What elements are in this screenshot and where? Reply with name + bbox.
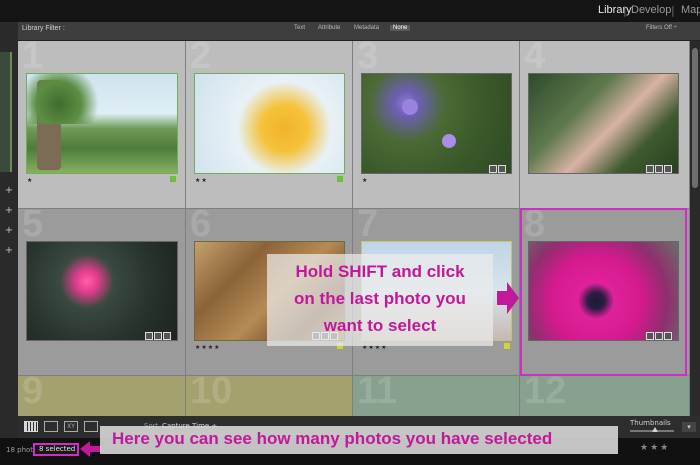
- module-map[interactable]: Map: [681, 4, 700, 16]
- grid-cell-10[interactable]: 10: [186, 370, 353, 416]
- flag-badge[interactable]: [504, 343, 510, 349]
- grid-cell-1[interactable]: 1 ★: [18, 41, 186, 209]
- survey-view-icon[interactable]: [84, 421, 98, 432]
- arrow-left-icon: [80, 441, 102, 457]
- cell-index: 5: [22, 203, 44, 245]
- instruction-banner: Here you can see how many photos you hav…: [100, 426, 618, 454]
- compare-view-icon[interactable]: XY: [64, 421, 78, 432]
- badge-icon: [489, 165, 497, 173]
- grid-cell-11[interactable]: 11: [353, 370, 520, 416]
- photo-thumbnail[interactable]: [361, 73, 512, 174]
- module-separator: |: [623, 4, 627, 17]
- filter-metadata-tab[interactable]: Metadata: [354, 25, 379, 31]
- target-photo-highlight: [520, 208, 687, 376]
- badge-icon: [163, 332, 171, 340]
- badge-icon: [646, 165, 654, 173]
- rating-filter-stars-icon[interactable]: ★★★: [640, 443, 670, 453]
- module-picker-bar: Library | Develop | Map: [0, 0, 700, 22]
- filter-none-tab[interactable]: None: [390, 25, 411, 31]
- cell-index: 10: [190, 370, 233, 412]
- module-separator: |: [671, 4, 675, 17]
- grid-scrollbar-thumb[interactable]: [692, 48, 698, 188]
- library-filter-title: Library Filter :: [22, 25, 65, 32]
- navigator-preview: [0, 52, 12, 172]
- badge-icon: [498, 165, 506, 173]
- badge-icon: [145, 332, 153, 340]
- cell-index: 12: [524, 370, 567, 412]
- add-collection-icon[interactable]: +: [4, 226, 14, 236]
- cell-index: 9: [22, 370, 44, 412]
- selected-count-highlight: 8 selected: [33, 443, 79, 456]
- photo-thumbnail[interactable]: [194, 73, 345, 174]
- grid-cell-3[interactable]: 3 ★: [353, 41, 520, 209]
- selected-count: 8 selected: [39, 445, 76, 453]
- banner-text: Here you can see how many photos you hav…: [112, 429, 553, 448]
- daisy-flower: [442, 134, 456, 148]
- flag-badge[interactable]: [337, 176, 343, 182]
- photo-thumbnail[interactable]: [26, 73, 178, 174]
- left-panel-strip: + + + +: [0, 22, 18, 442]
- library-filter-bar: Library Filter : Text Attribute Metadata…: [18, 22, 700, 41]
- loupe-view-icon[interactable]: [44, 421, 58, 432]
- photo-thumbnail[interactable]: [26, 241, 178, 341]
- arrow-right-icon: [497, 282, 519, 314]
- tree-foliage: [27, 74, 107, 124]
- badge-icon: [655, 165, 663, 173]
- grid-cell-9[interactable]: 9: [18, 370, 186, 416]
- module-develop[interactable]: Develop: [631, 4, 671, 16]
- grid-cell-4[interactable]: 4: [520, 41, 690, 209]
- grid-view-icon[interactable]: [24, 421, 38, 432]
- grid-cell-2[interactable]: 2 ★★: [186, 41, 353, 209]
- star-rating[interactable]: ★: [27, 177, 33, 184]
- callout-line-3: want to select: [323, 316, 437, 335]
- grid-cell-5[interactable]: 5: [18, 203, 186, 376]
- photo-thumbnail[interactable]: [528, 73, 679, 174]
- cell-index: 6: [190, 203, 212, 245]
- grid-cell-12[interactable]: 12: [520, 370, 690, 416]
- callout-line-2: on the last photo you: [294, 289, 466, 308]
- callout-line-1: Hold SHIFT and click: [295, 262, 465, 281]
- add-collection-icon[interactable]: +: [4, 186, 14, 196]
- star-rating[interactable]: ★★★★: [195, 344, 221, 351]
- add-collection-icon[interactable]: +: [4, 206, 14, 216]
- filter-text-tab[interactable]: Text: [294, 25, 305, 31]
- badge-icon: [154, 332, 162, 340]
- badge-icon: [664, 165, 672, 173]
- cell-index: 11: [357, 370, 398, 412]
- toolbar-menu-icon[interactable]: ▾: [682, 422, 696, 432]
- star-rating[interactable]: ★: [362, 177, 368, 184]
- daisy-flower: [402, 99, 418, 115]
- star-rating[interactable]: ★★: [195, 177, 208, 184]
- cell-index: 7: [357, 203, 379, 245]
- flag-badge[interactable]: [170, 176, 176, 182]
- instruction-callout: Hold SHIFT and click on the last photo y…: [267, 254, 493, 346]
- filters-off-dropdown[interactable]: Filters Off ÷: [646, 25, 677, 31]
- slider-thumb-icon[interactable]: [652, 427, 658, 432]
- add-collection-icon[interactable]: +: [4, 246, 14, 256]
- filter-attribute-tab[interactable]: Attribute: [318, 25, 340, 31]
- thumbnails-label: Thumbnails: [630, 419, 671, 427]
